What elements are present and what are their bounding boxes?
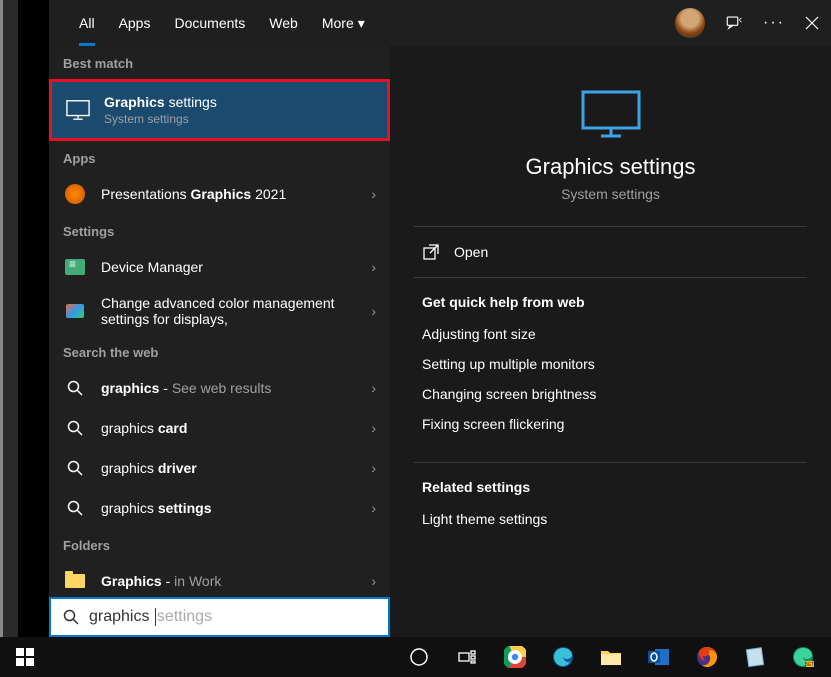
edge-icon[interactable] [543, 637, 583, 677]
chevron-right-icon: › [371, 500, 376, 516]
search-icon [63, 456, 87, 480]
help-link-font-size[interactable]: Adjusting font size [422, 326, 799, 342]
outlook-icon[interactable] [639, 637, 679, 677]
tab-all[interactable]: All [67, 0, 107, 46]
folder-icon [63, 569, 87, 593]
close-icon[interactable] [805, 16, 819, 30]
color-management-icon [63, 299, 87, 323]
related-link-light-theme[interactable]: Light theme settings [422, 511, 799, 527]
feedback-icon[interactable] [725, 14, 743, 32]
task-view-icon[interactable] [447, 637, 487, 677]
section-folders: Folders [49, 528, 390, 561]
search-icon [63, 416, 87, 440]
chevron-down-icon: ▾ [358, 15, 365, 32]
options-icon[interactable]: ··· [763, 14, 785, 32]
monitor-icon [414, 90, 807, 138]
search-scope-tabs: All Apps Documents Web More▾ ··· [49, 0, 831, 46]
preview-title: Graphics settings [414, 154, 807, 180]
tab-more[interactable]: More▾ [310, 0, 377, 46]
chevron-right-icon: › [371, 303, 376, 319]
presentations-app-icon [63, 182, 87, 206]
chevron-right-icon: › [371, 460, 376, 476]
result-color-management[interactable]: Change advanced color management setting… [49, 287, 390, 335]
search-icon [63, 376, 87, 400]
result-web-graphics-settings[interactable]: graphics settings › [49, 488, 390, 528]
section-settings: Settings [49, 214, 390, 247]
user-avatar[interactable] [675, 8, 705, 38]
open-button[interactable]: Open [414, 227, 807, 277]
section-search-web: Search the web [49, 335, 390, 368]
search-icon [63, 609, 79, 625]
tab-web[interactable]: Web [257, 0, 310, 46]
result-graphics-settings[interactable]: Graphics settings System settings [49, 79, 390, 141]
result-presentations-graphics[interactable]: Presentations Graphics 2021 › [49, 174, 390, 214]
result-web-graphics-card[interactable]: graphics card › [49, 408, 390, 448]
chevron-right-icon: › [371, 380, 376, 396]
help-link-brightness[interactable]: Changing screen brightness [422, 386, 799, 402]
device-manager-icon [63, 255, 87, 279]
results-list: Best match Graphics settings System sett… [49, 46, 390, 637]
tab-documents[interactable]: Documents [162, 0, 257, 46]
section-best-match: Best match [49, 46, 390, 79]
chevron-right-icon: › [371, 186, 376, 202]
cortana-icon[interactable] [399, 637, 439, 677]
preview-subtitle: System settings [414, 186, 807, 202]
tab-apps[interactable]: Apps [107, 0, 163, 46]
notepad-icon[interactable] [735, 637, 775, 677]
section-apps: Apps [49, 141, 390, 174]
search-icon [63, 496, 87, 520]
start-button[interactable] [0, 637, 49, 677]
firefox-icon[interactable] [687, 637, 727, 677]
open-icon [422, 243, 440, 261]
chrome-icon[interactable] [495, 637, 535, 677]
result-web-graphics[interactable]: graphics - See web results › [49, 368, 390, 408]
svg-text:BETA: BETA [805, 662, 814, 668]
window-edge [0, 0, 18, 637]
monitor-icon [66, 98, 90, 122]
result-web-graphics-driver[interactable]: graphics driver › [49, 448, 390, 488]
quick-help-header: Get quick help from web [422, 294, 799, 310]
start-search-panel: All Apps Documents Web More▾ ··· Best ma… [49, 0, 831, 637]
search-input[interactable]: graphics settings [49, 597, 390, 637]
search-text: graphics settings [89, 608, 376, 626]
help-link-multiple-monitors[interactable]: Setting up multiple monitors [422, 356, 799, 372]
preview-pane: Graphics settings System settings Open G… [390, 46, 831, 637]
result-device-manager[interactable]: Device Manager › [49, 247, 390, 287]
edge-beta-icon[interactable]: BETA [783, 637, 823, 677]
result-folder-graphics-1[interactable]: Graphics - in Work › [49, 561, 390, 601]
chevron-right-icon: › [371, 420, 376, 436]
chevron-right-icon: › [371, 259, 376, 275]
taskbar: BETA [0, 637, 831, 677]
chevron-right-icon: › [371, 573, 376, 589]
help-link-flickering[interactable]: Fixing screen flickering [422, 416, 799, 432]
file-explorer-icon[interactable] [591, 637, 631, 677]
related-settings-header: Related settings [422, 479, 799, 495]
